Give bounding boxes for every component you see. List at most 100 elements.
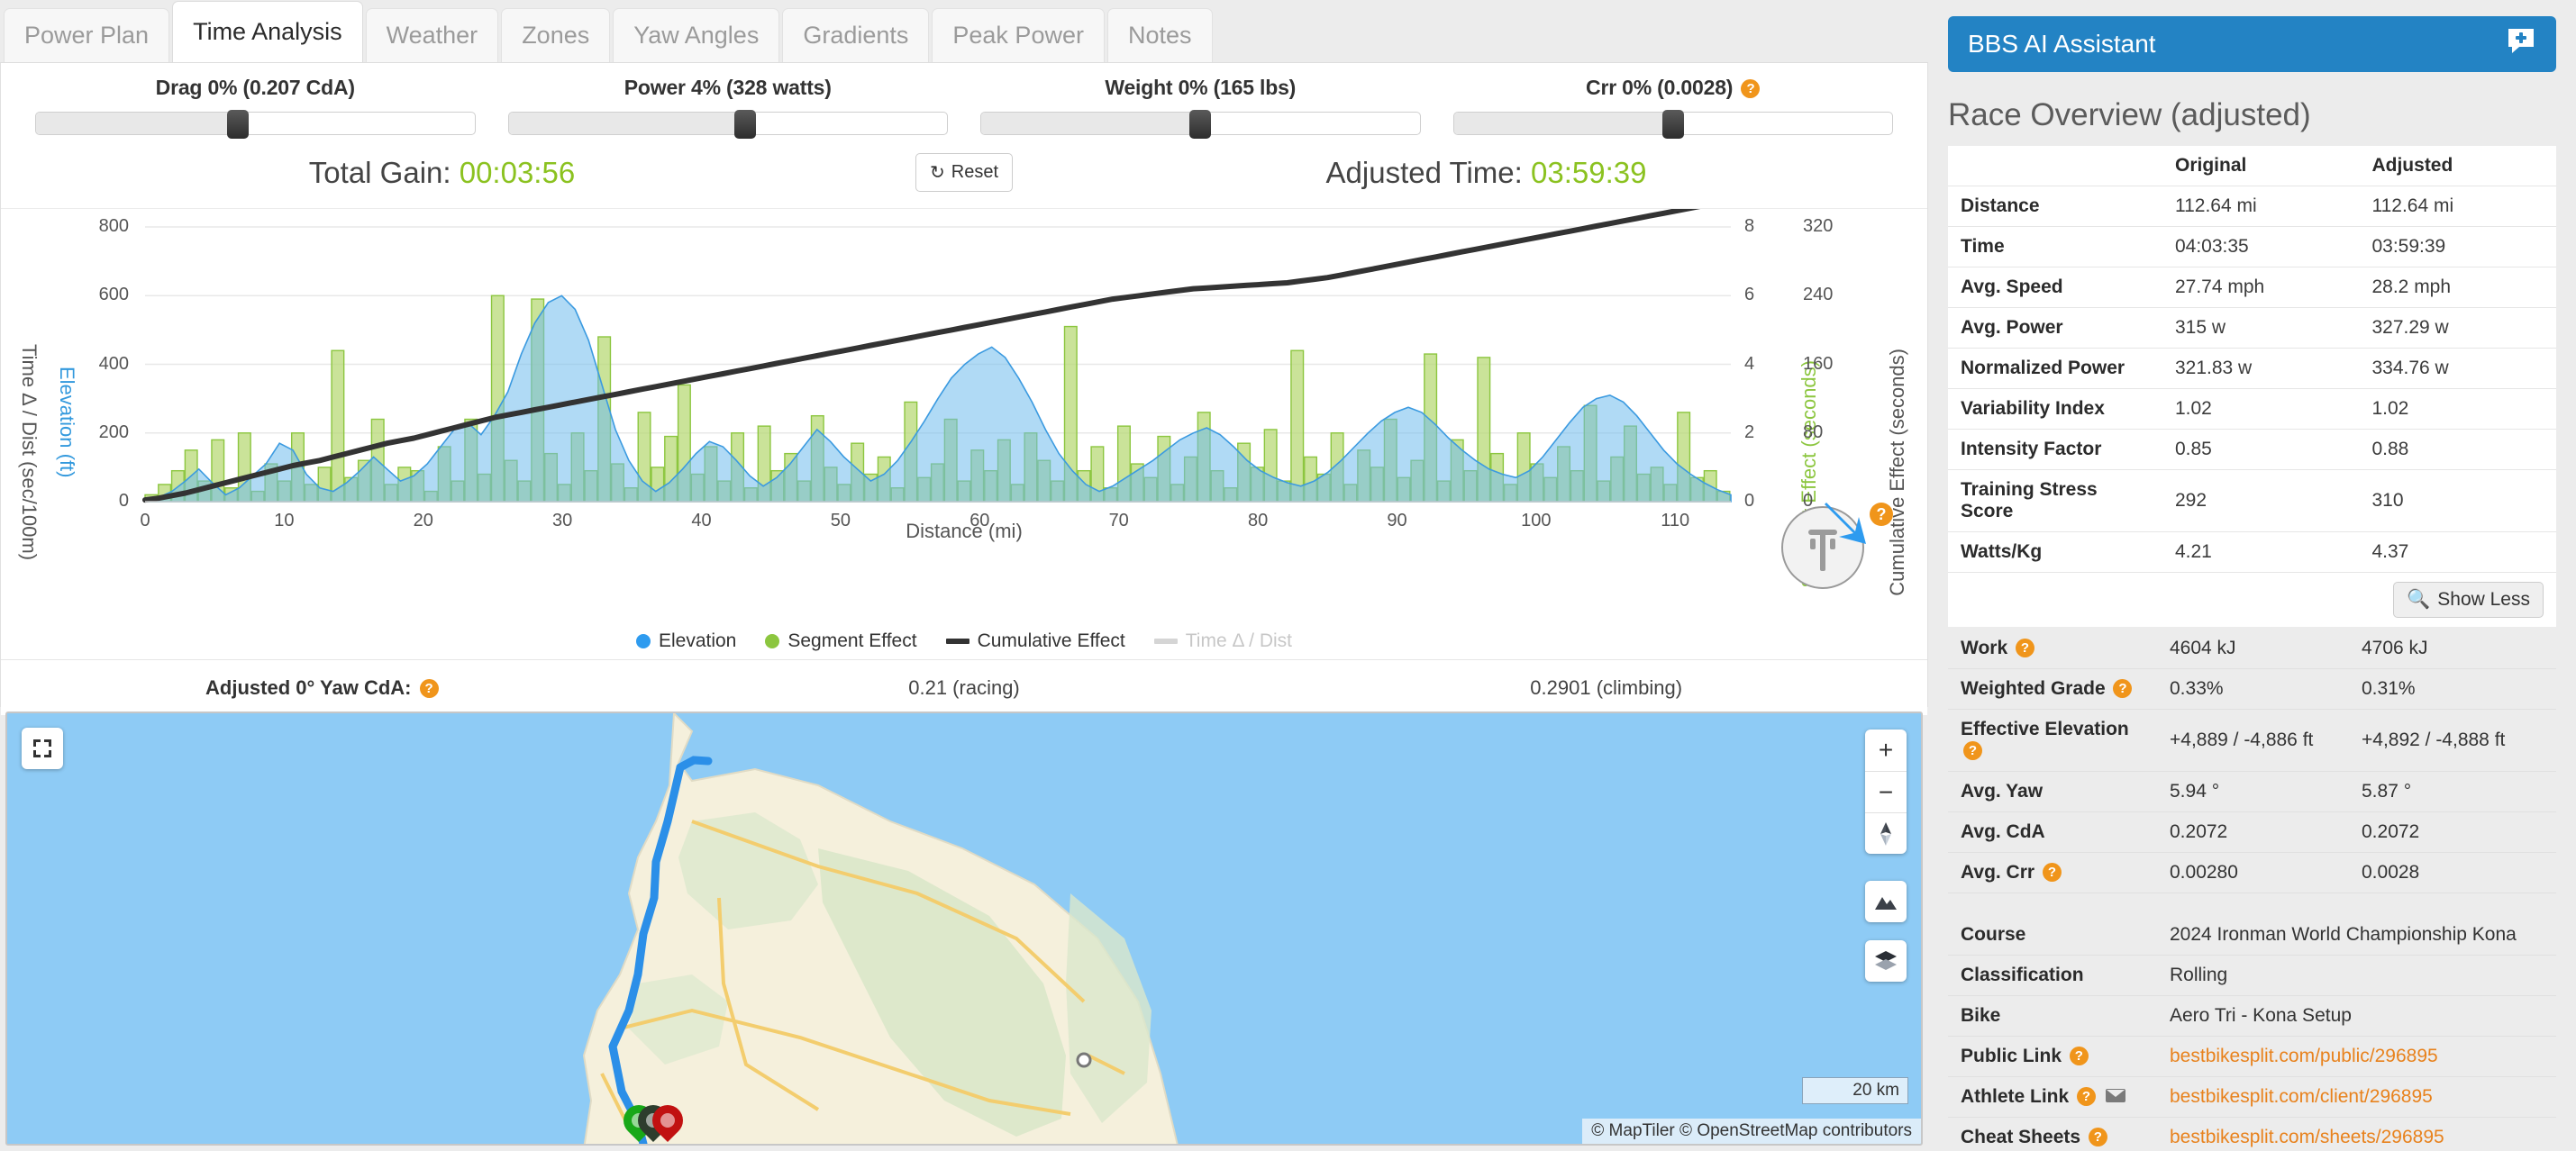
row-label-public-link: Public Link ? (1948, 1036, 2157, 1077)
reset-button[interactable]: ↻ Reset (915, 153, 1013, 192)
help-icon-work[interactable]: ? (2015, 639, 2034, 657)
tab-notes[interactable]: Notes (1106, 8, 1213, 62)
legend-item-time-dist[interactable]: Time Δ / Dist (1153, 630, 1292, 652)
legend-label-0: Elevation (658, 630, 737, 651)
legend-swatch-0 (635, 634, 651, 648)
total-gain: Total Gain: 00:03:56 (1, 156, 883, 190)
table-row: Athlete Link ? bestbikesplit.com/client/… (1948, 1076, 2556, 1118)
row-value-cell-classification: Rolling (2157, 955, 2556, 996)
help-icon-public-link[interactable]: ? (2069, 1047, 2089, 1065)
row-original-weighted-grade: 0.33% (2157, 668, 2349, 710)
row-adjusted-avg-yaw: 5.87 ° (2349, 771, 2556, 812)
help-icon-weighted-grade[interactable]: ? (2113, 679, 2133, 698)
analysis-panel: Drag 0% (0.207 CdA) Power 4% (328 watts) W… (0, 63, 1928, 715)
ai-assistant-title: BBS AI Assistant (1968, 30, 2156, 58)
table-row: Weighted Grade ? 0.33% 0.31% (1948, 668, 2556, 710)
table-row: Avg. Power 315 w 327.29 w (1948, 307, 2556, 349)
tab-peak-power[interactable]: Peak Power (932, 8, 1105, 62)
legend-item-cumulative-effect[interactable]: Cumulative Effect (945, 630, 1125, 652)
show-less-button[interactable]: 🔍 Show Less (2393, 582, 2544, 618)
row-label-distance: Distance (1948, 186, 2162, 227)
slider-track-3[interactable] (1452, 110, 1893, 139)
map-terrain-button[interactable] (1865, 881, 1907, 922)
slider-track-1[interactable] (507, 110, 948, 139)
yaw-cda-help-icon[interactable]: ? (419, 678, 439, 698)
help-icon-cheat-sheets[interactable]: ? (2088, 1128, 2107, 1146)
tab-zones[interactable]: Zones (501, 8, 611, 62)
x-tick-11: 110 (1661, 511, 1690, 530)
help-icon-athlete-link[interactable]: ? (2077, 1087, 2097, 1106)
map-terrain-cell[interactable] (1865, 881, 1907, 922)
table-row: Public Link ? bestbikesplit.com/public/29… (1948, 1036, 2556, 1077)
table-row: Work ? 4604 kJ 4706 kJ (1948, 629, 2556, 669)
slider-label-1: Power 4% (328 watts) (624, 76, 832, 99)
yaw-cda-racing: 0.21 (racing) (908, 675, 1020, 699)
yaw-help-icon[interactable]: ? (1870, 503, 1893, 526)
time-analysis-chart[interactable]: Time Δ / Dist (sec/100m) Elevation (ft) … (1, 209, 1927, 659)
row-adjusted-distance: 112.64 mi (2359, 186, 2556, 227)
table-row: Avg. Crr ? 0.00280 0.0028 (1948, 852, 2556, 893)
ai-assistant-header[interactable]: BBS AI Assistant (1948, 16, 2556, 72)
header-blank (1948, 146, 2162, 186)
map-zoom-in-button[interactable]: + (1865, 730, 1907, 771)
slider-fill-3 (1453, 113, 1673, 134)
map-canvas[interactable]: HawiWaimeaPa‘auiloPua‘ōHiloKea‘auKailua-… (7, 713, 1921, 1144)
row-original-avg-power: 315 w (2162, 307, 2360, 349)
slider-track-2[interactable] (980, 110, 1421, 139)
y-tick-segment-2: 4 (1744, 353, 1755, 374)
tab-gradients[interactable]: Gradients (782, 8, 930, 62)
adjusted-yaw-cda-label: Adjusted 0° Yaw CdA: (205, 675, 412, 699)
row-original-avg-crr: 0.00280 (2157, 852, 2349, 893)
y-tick-left-0: 0 (118, 491, 129, 511)
email-icon[interactable] (2105, 1089, 2125, 1102)
row-value-classification: Rolling (2170, 965, 2228, 985)
adjusted-yaw-cda-row: Adjusted 0° Yaw CdA: ? 0.21 (racing) 0.2… (1, 659, 1927, 715)
tab-yaw-angles[interactable]: Yaw Angles (613, 8, 780, 62)
map-layers-cell[interactable] (1865, 940, 1907, 982)
help-icon-effective-elevation[interactable]: ? (1963, 741, 1982, 760)
x-tick-2: 20 (413, 511, 433, 530)
tab-weather[interactable]: Weather (365, 8, 499, 62)
row-label-effective-elevation: Effective Elevation ? (1948, 709, 2157, 772)
map-zoom-controls[interactable]: + − (1865, 730, 1907, 854)
map-compass-button[interactable] (1865, 812, 1907, 854)
race-meta-table: Course 2024 Ironman World Championship Ko… (1948, 915, 2556, 1151)
race-overview-table: Original Adjusted Distance 112.64 mi 112.6… (1948, 146, 2556, 627)
slider-handle-3[interactable] (1661, 110, 1684, 139)
map-pin-finish[interactable] (645, 1098, 690, 1144)
row-adjusted-avg-cda: 0.2072 (2349, 811, 2556, 853)
slider-handle-1[interactable] (734, 110, 757, 139)
slider-handle-2[interactable] (1189, 110, 1212, 139)
route-map-card[interactable]: HawiWaimeaPa‘auiloPua‘ōHiloKea‘auKailua-… (5, 711, 1923, 1146)
map-zoom-out-button[interactable]: − (1865, 771, 1907, 812)
header-original: Original (2162, 146, 2360, 186)
map-layers-button[interactable] (1865, 940, 1907, 982)
help-icon-avg-crr[interactable]: ? (2042, 863, 2062, 882)
y-tick-cumulative-0: 0 (1803, 491, 1814, 511)
row-adjusted-variability-index: 1.02 (2359, 388, 2556, 430)
slider-help-icon-3[interactable]: ? (1741, 79, 1761, 98)
row-value-cell-athlete-link: bestbikesplit.com/client/296895 (2157, 1076, 2556, 1118)
legend-item-segment-effect[interactable]: Segment Effect (765, 630, 917, 652)
row-value-course: 2024 Ironman World Championship Kona (2170, 924, 2517, 945)
y-tick-left-2: 400 (98, 353, 129, 374)
link-cheat-sheets[interactable]: bestbikesplit.com/sheets/296895 (2170, 1127, 2444, 1147)
tab-power-plan[interactable]: Power Plan (4, 8, 170, 62)
row-value-cell-bike: Aero Tri - Kona Setup (2157, 995, 2556, 1037)
map-graphics (7, 713, 1921, 1144)
slider-handle-0[interactable] (226, 110, 249, 139)
link-public-link[interactable]: bestbikesplit.com/public/296895 (2170, 1046, 2438, 1066)
table-row: Avg. Speed 27.74 mph 28.2 mph (1948, 267, 2556, 308)
y-tick-cumulative-4: 320 (1803, 216, 1834, 236)
x-tick-6: 60 (969, 511, 990, 530)
chat-add-icon[interactable] (2506, 26, 2536, 63)
link-athlete-link[interactable]: bestbikesplit.com/client/296895 (2170, 1086, 2433, 1107)
tab-time-analysis[interactable]: Time Analysis (172, 1, 363, 62)
map-fullscreen-button[interactable] (22, 728, 63, 769)
slider-fill-0 (36, 113, 238, 134)
legend-item-elevation[interactable]: Elevation (635, 630, 737, 652)
slider-track-0[interactable] (35, 110, 476, 139)
axis-label-cumulative-effect: Cumulative Effect (seconds) (1886, 349, 1908, 596)
y-tick-segment-4: 8 (1744, 216, 1755, 236)
row-adjusted-intensity-factor: 0.88 (2359, 429, 2556, 470)
